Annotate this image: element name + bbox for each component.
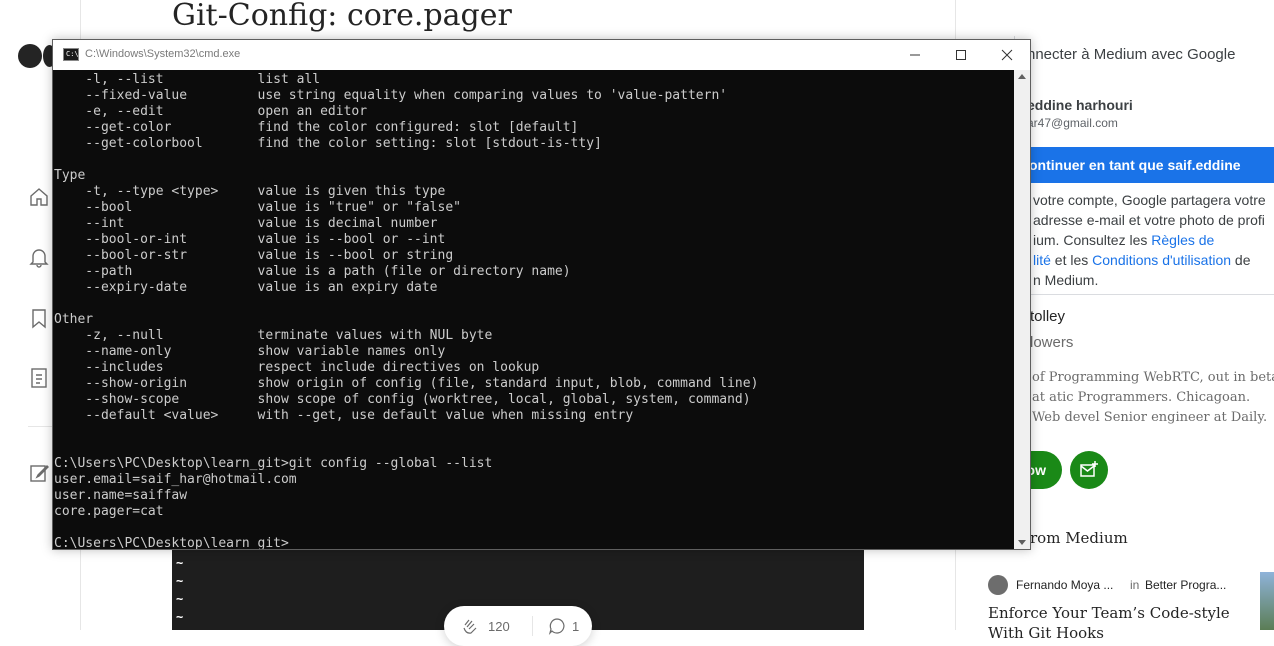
author-followers[interactable]: lowers (1030, 334, 1073, 351)
stories-icon[interactable] (28, 367, 50, 389)
scroll-up-icon[interactable] (1018, 74, 1026, 79)
rec-author[interactable]: Fernando Moya ... (1016, 578, 1113, 592)
close-icon (1001, 49, 1013, 61)
code-line: ~ (176, 610, 184, 624)
author-bio: of Programming WebRTC, out in beta at at… (1032, 370, 1274, 425)
cmd-scrollbar[interactable] (1014, 70, 1030, 549)
continue-as-button[interactable]: ontinuer en tant que saif.eddine (1015, 147, 1274, 183)
minimize-icon (910, 54, 920, 56)
avatar[interactable] (988, 575, 1008, 595)
google-account-name: eddine harhouri (1027, 97, 1133, 113)
google-account-email: ar47@gmail.com (1027, 116, 1118, 130)
privacy-policy-link-cont[interactable]: lité (1033, 252, 1051, 268)
bookmarks-icon[interactable] (28, 307, 50, 329)
rec-publication[interactable]: Better Progra... (1145, 578, 1226, 592)
response-bubble-icon[interactable] (548, 617, 566, 635)
minimize-button[interactable] (892, 40, 938, 70)
cmd-titlebar[interactable]: C:\ C:\Windows\System32\cmd.exe (53, 40, 1030, 70)
sidebar-divider (28, 426, 52, 427)
subscribe-button[interactable] (1070, 451, 1108, 489)
scroll-down-icon[interactable] (1018, 540, 1026, 545)
terminal-output-area[interactable]: -l, --list list all --fixed-value use st… (53, 70, 1014, 549)
write-icon[interactable] (28, 462, 50, 484)
privacy-policy-link[interactable]: Règles de (1151, 232, 1214, 248)
response-count: 1 (572, 619, 580, 634)
rec-in-label: in (1130, 578, 1140, 592)
clap-count: 120 (488, 619, 510, 634)
rec-thumbnail[interactable] (1260, 572, 1274, 630)
google-signin-title: nnecter à Medium avec Google (1027, 46, 1236, 63)
mail-plus-icon (1080, 461, 1098, 477)
rec-article-title[interactable]: Enforce Your Team’s Code-style (988, 604, 1230, 622)
terminal-output: -l, --list list all --fixed-value use st… (54, 72, 759, 549)
article-title: Git-Config: core.pager (172, 0, 512, 33)
cmd-app-icon[interactable]: C:\ (63, 48, 79, 61)
cmd-window[interactable]: C:\ C:\Windows\System32\cmd.exe -l, --li… (52, 39, 1031, 550)
code-line: ~ (176, 592, 184, 606)
notifications-bell-icon[interactable] (28, 246, 50, 268)
engagement-bar: 120 1 (444, 606, 592, 646)
maximize-icon (956, 50, 966, 60)
close-button[interactable] (984, 40, 1030, 70)
home-icon[interactable] (28, 186, 50, 208)
more-from-heading: rom Medium (1030, 529, 1128, 547)
cmd-window-title: C:\Windows\System32\cmd.exe (85, 48, 241, 60)
code-line: ~ (176, 574, 184, 588)
code-line: ~ (176, 556, 184, 570)
clap-icon[interactable] (460, 616, 480, 636)
maximize-button[interactable] (938, 40, 984, 70)
terms-of-use-link[interactable]: Conditions d'utilisation (1092, 252, 1231, 268)
google-signin-panel: nnecter à Medium avec Google eddine harh… (1014, 36, 1274, 295)
author-name[interactable]: tolley (1030, 308, 1065, 325)
rec-article-title-2[interactable]: With Git Hooks (988, 624, 1104, 642)
google-consent-text: votre compte, Google partagera votre adr… (1033, 192, 1266, 288)
